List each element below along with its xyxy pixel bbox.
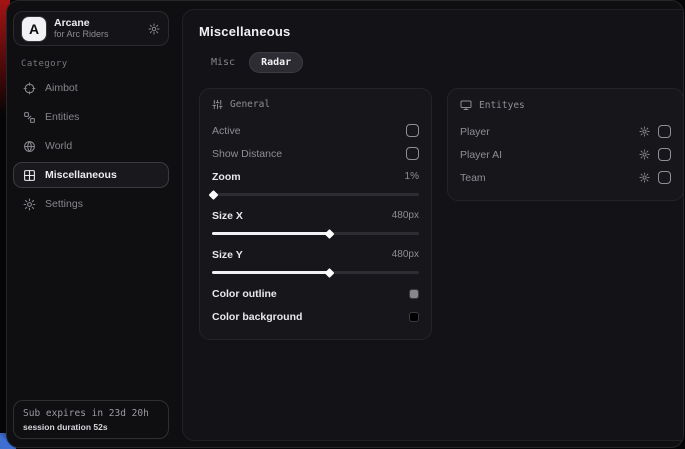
tab-misc[interactable]: Misc (199, 52, 247, 73)
team-row: Team (460, 167, 671, 188)
size-x-value: 480px (392, 210, 419, 221)
tab-bar: Misc Radar (199, 52, 684, 73)
player-row: Player (460, 121, 671, 142)
sidebar-item-label: World (45, 140, 72, 152)
player-ai-row: Player AI (460, 144, 671, 165)
zoom-slider-thumb[interactable] (209, 190, 219, 200)
brand-logo: A (22, 17, 46, 41)
crosshair-icon (23, 82, 36, 95)
category-label: Category (21, 59, 169, 69)
sidebar-item-world[interactable]: World (13, 133, 169, 159)
monitor-icon (460, 99, 472, 111)
size-x-slider[interactable] (212, 232, 419, 235)
sidebar-item-label: Miscellaneous (45, 169, 117, 181)
sidebar-item-entities[interactable]: Entities (13, 104, 169, 130)
gear-icon[interactable] (639, 172, 650, 183)
size-x-row: Size X 480px (212, 205, 419, 226)
gear-icon[interactable] (639, 126, 650, 137)
zoom-row: Zoom 1% (212, 166, 419, 187)
color-outline-swatch[interactable] (409, 289, 419, 299)
session-duration-text: session duration 52s (23, 422, 159, 432)
color-background-row: Color background (212, 306, 419, 327)
show-distance-label: Show Distance (212, 148, 282, 160)
player-checkbox[interactable] (658, 125, 671, 138)
sidebar-item-settings[interactable]: Settings (13, 191, 169, 217)
sub-expires-text: Sub expires in 23d 20h (23, 408, 159, 419)
size-y-row: Size Y 480px (212, 244, 419, 265)
color-outline-label: Color outline (212, 288, 277, 300)
size-y-slider-thumb[interactable] (325, 268, 335, 278)
show-distance-row: Show Distance (212, 143, 419, 164)
size-y-label: Size Y (212, 249, 243, 261)
gear-icon[interactable] (148, 23, 160, 35)
sidebar-nav: Aimbot Entities World (13, 75, 169, 217)
sidebar-item-miscellaneous[interactable]: Miscellaneous (13, 162, 169, 188)
sidebar: A Arcane for Arc Riders Category (7, 1, 175, 447)
active-checkbox[interactable] (406, 124, 419, 137)
grid-icon (23, 169, 36, 182)
active-label: Active (212, 125, 241, 137)
globe-icon (23, 140, 36, 153)
zoom-label: Zoom (212, 171, 241, 183)
size-x-label: Size X (212, 210, 243, 222)
gear-icon[interactable] (639, 149, 650, 160)
color-background-swatch[interactable] (409, 312, 419, 322)
page-title: Miscellaneous (199, 24, 684, 39)
tab-radar[interactable]: Radar (249, 52, 303, 73)
brand-name: Arcane (54, 17, 140, 29)
sidebar-item-aimbot[interactable]: Aimbot (13, 75, 169, 101)
entities-panel: Entityes Player P (447, 88, 684, 201)
size-x-slider-thumb[interactable] (325, 229, 335, 239)
team-checkbox[interactable] (658, 171, 671, 184)
size-y-slider[interactable] (212, 271, 419, 274)
subscription-card: Sub expires in 23d 20h session duration … (13, 400, 169, 439)
brand-card[interactable]: A Arcane for Arc Riders (13, 11, 169, 46)
player-label: Player (460, 126, 490, 138)
active-row: Active (212, 120, 419, 141)
player-ai-checkbox[interactable] (658, 148, 671, 161)
show-distance-checkbox[interactable] (406, 147, 419, 160)
size-y-value: 480px (392, 249, 419, 260)
sidebar-item-label: Aimbot (45, 82, 78, 94)
player-ai-label: Player AI (460, 149, 502, 161)
gear-icon (23, 198, 36, 211)
brand-subtitle: for Arc Riders (54, 29, 140, 39)
zoom-value: 1% (405, 171, 419, 182)
sidebar-item-label: Settings (45, 198, 83, 210)
app-window: A Arcane for Arc Riders Category (6, 0, 684, 448)
main-panel: Miscellaneous Misc Radar General Active (182, 9, 684, 441)
color-outline-row: Color outline (212, 283, 419, 304)
general-panel: General Active Show Distance Zoom 1% (199, 88, 432, 340)
entities-panel-title: Entityes (479, 100, 525, 111)
color-background-label: Color background (212, 311, 302, 323)
sidebar-item-label: Entities (45, 111, 79, 123)
sliders-icon (212, 99, 223, 110)
team-label: Team (460, 172, 486, 184)
zoom-slider[interactable] (212, 193, 419, 196)
scatter-icon (23, 111, 36, 124)
general-panel-title: General (230, 99, 270, 110)
